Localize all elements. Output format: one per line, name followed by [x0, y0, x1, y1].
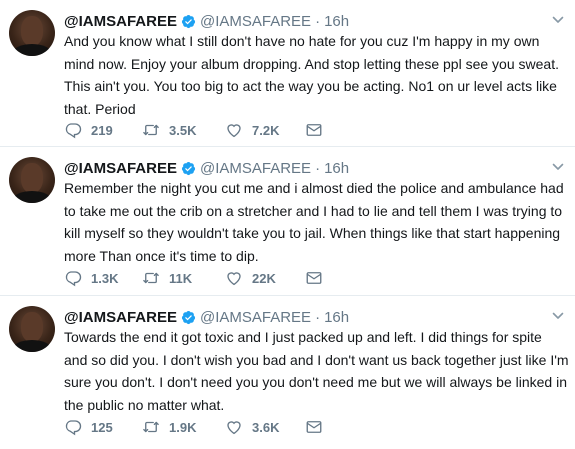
chevron-down-icon[interactable] [552, 310, 564, 322]
retweet-icon [143, 124, 159, 136]
tweet-actions: 1.3K 11K 22K [64, 269, 323, 287]
tweet-text: And you know what I still don't have no … [64, 33, 559, 117]
chevron-down-icon[interactable] [552, 14, 564, 26]
tweet[interactable]: @IAMSAFAREE @IAMSAFAREE · 16h Remember t… [0, 147, 575, 296]
retweet-button[interactable]: 3.5K [142, 121, 225, 139]
reply-count: 219 [91, 122, 113, 138]
verified-badge-icon [181, 161, 196, 175]
retweet-button[interactable]: 11K [142, 269, 225, 287]
like-count: 22K [252, 270, 276, 286]
avatar-shoulders [12, 44, 52, 56]
tweet-text: Remember the night you cut me and i almo… [64, 180, 564, 264]
avatar[interactable] [9, 306, 55, 352]
dm-button[interactable] [305, 418, 323, 436]
like-count: 7.2K [252, 122, 280, 138]
dm-button[interactable] [305, 269, 323, 287]
separator: · [315, 12, 321, 30]
reply-icon [65, 271, 82, 287]
envelope-icon [306, 124, 322, 136]
tweet-feed: @IAMSAFAREE @IAMSAFAREE · 16h And you kn… [0, 0, 575, 449]
reply-icon [65, 123, 82, 139]
retweet-count: 1.9K [169, 419, 197, 435]
tweet-actions: 219 3.5K 7.2K [64, 121, 323, 139]
reply-icon [65, 420, 82, 436]
reply-count: 1.3K [91, 270, 119, 286]
reply-button[interactable]: 125 [64, 418, 142, 436]
heart-icon [227, 272, 241, 286]
tweet-header: @IAMSAFAREE @IAMSAFAREE · 16h [64, 11, 349, 31]
chevron-down-icon[interactable] [552, 161, 564, 173]
envelope-icon [306, 272, 322, 284]
avatar-shoulders [12, 191, 52, 203]
dm-button[interactable] [305, 121, 323, 139]
avatar[interactable] [9, 10, 55, 56]
timestamp[interactable]: 16h [324, 13, 349, 30]
tweet-actions: 125 1.9K 3.6K [64, 418, 323, 436]
reply-button[interactable]: 219 [64, 121, 142, 139]
verified-badge-icon [181, 14, 196, 28]
avatar-face [21, 312, 43, 342]
retweet-icon [143, 421, 159, 433]
tweet-header: @IAMSAFAREE @IAMSAFAREE · 16h [64, 158, 349, 178]
heart-icon [227, 124, 241, 138]
avatar[interactable] [9, 157, 55, 203]
timestamp[interactable]: 16h [324, 160, 349, 177]
display-name[interactable]: @IAMSAFAREE [64, 160, 177, 177]
like-button[interactable]: 7.2K [225, 121, 305, 139]
tweet[interactable]: @IAMSAFAREE @IAMSAFAREE · 16h Towards th… [0, 296, 575, 449]
tweet-text: Towards the end it got toxic and I just … [64, 329, 569, 413]
like-button[interactable]: 22K [225, 269, 305, 287]
tweet-header: @IAMSAFAREE @IAMSAFAREE · 16h [64, 307, 349, 327]
heart-icon [227, 421, 241, 435]
handle[interactable]: @IAMSAFAREE [200, 160, 311, 177]
like-button[interactable]: 3.6K [225, 418, 305, 436]
retweet-button[interactable]: 1.9K [142, 418, 225, 436]
separator: · [315, 308, 321, 326]
handle[interactable]: @IAMSAFAREE [200, 309, 311, 326]
timestamp[interactable]: 16h [324, 309, 349, 326]
display-name[interactable]: @IAMSAFAREE [64, 309, 177, 326]
reply-button[interactable]: 1.3K [64, 269, 142, 287]
display-name[interactable]: @IAMSAFAREE [64, 13, 177, 30]
retweet-count: 11K [169, 270, 193, 286]
handle[interactable]: @IAMSAFAREE [200, 13, 311, 30]
like-count: 3.6K [252, 419, 280, 435]
retweet-icon [143, 272, 159, 284]
envelope-icon [306, 421, 322, 433]
verified-badge-icon [181, 310, 196, 324]
reply-count: 125 [91, 419, 113, 435]
separator: · [315, 159, 321, 177]
retweet-count: 3.5K [169, 122, 197, 138]
avatar-face [21, 16, 43, 46]
tweet[interactable]: @IAMSAFAREE @IAMSAFAREE · 16h And you kn… [0, 0, 575, 147]
avatar-shoulders [12, 340, 52, 352]
avatar-face [21, 163, 43, 193]
